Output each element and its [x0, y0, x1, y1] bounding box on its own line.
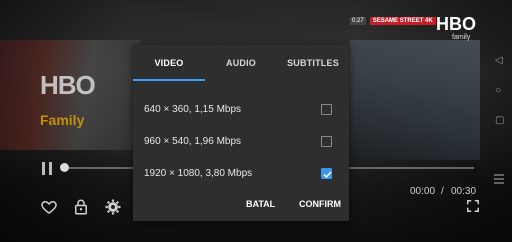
tab-indicator [133, 79, 205, 81]
tab-subtitles[interactable]: SUBTITLES [277, 45, 349, 81]
dialog-actions: BATAL CONFIRM [133, 195, 349, 217]
option-label: 1920 × 1080, 3,80 Mbps [144, 167, 253, 179]
option-checkbox[interactable] [321, 103, 332, 115]
home-nav-icon[interactable]: ○ [495, 85, 501, 96]
pause-icon[interactable] [42, 162, 54, 175]
option-checkbox[interactable] [321, 135, 332, 147]
tab-audio[interactable]: AUDIO [205, 45, 277, 81]
track-selection-dialog: VIDEO AUDIO SUBTITLES 640 × 360, 1,15 Mb… [133, 45, 349, 221]
seek-track[interactable] [62, 167, 136, 169]
gear-icon[interactable] [104, 198, 122, 216]
recent-nav-icon[interactable]: ▢ [495, 115, 504, 126]
lock-icon[interactable] [72, 198, 90, 216]
option-checkbox-checked[interactable] [321, 167, 332, 179]
video-options: 640 × 360, 1,15 Mbps 960 × 540, 1,96 Mbp… [133, 93, 349, 189]
tab-video[interactable]: VIDEO [133, 45, 205, 81]
time-current: 00:00 [410, 186, 436, 197]
option-960x540[interactable]: 960 × 540, 1,96 Mbps [133, 125, 349, 157]
menu-icon[interactable] [494, 172, 512, 190]
time-duration: 00:30 [451, 186, 477, 197]
hbo-top-logo: HBO [436, 14, 476, 34]
seek-track-remaining[interactable] [349, 167, 474, 169]
option-label: 960 × 540, 1,96 Mbps [144, 135, 242, 147]
channel-time: 0:27 [350, 17, 366, 25]
channel-banner: 0:27 SESAME STREET 4K [350, 14, 436, 28]
option-640x360[interactable]: 640 × 360, 1,15 Mbps [133, 93, 349, 125]
time-separator: / [441, 186, 444, 197]
hbo-watermark: HBO [40, 70, 96, 100]
cancel-button[interactable]: BATAL [246, 199, 275, 209]
confirm-button[interactable]: CONFIRM [299, 199, 341, 209]
channel-show: SESAME STREET 4K [369, 17, 436, 25]
dialog-tabs: VIDEO AUDIO SUBTITLES [133, 45, 349, 81]
seek-handle[interactable] [60, 163, 69, 172]
video-scene-right [350, 40, 480, 160]
option-1920x1080[interactable]: 1920 × 1080, 3,80 Mbps [133, 157, 349, 189]
option-label: 640 × 360, 1,15 Mbps [144, 103, 242, 115]
fullscreen-icon[interactable] [466, 199, 484, 217]
family-watermark: Family [40, 112, 85, 128]
nav-side: ◁ ○ ▢ [492, 0, 512, 242]
heart-icon[interactable] [40, 198, 58, 216]
back-nav-icon[interactable]: ◁ [495, 55, 503, 66]
hbo-top-sub: family [452, 34, 471, 41]
